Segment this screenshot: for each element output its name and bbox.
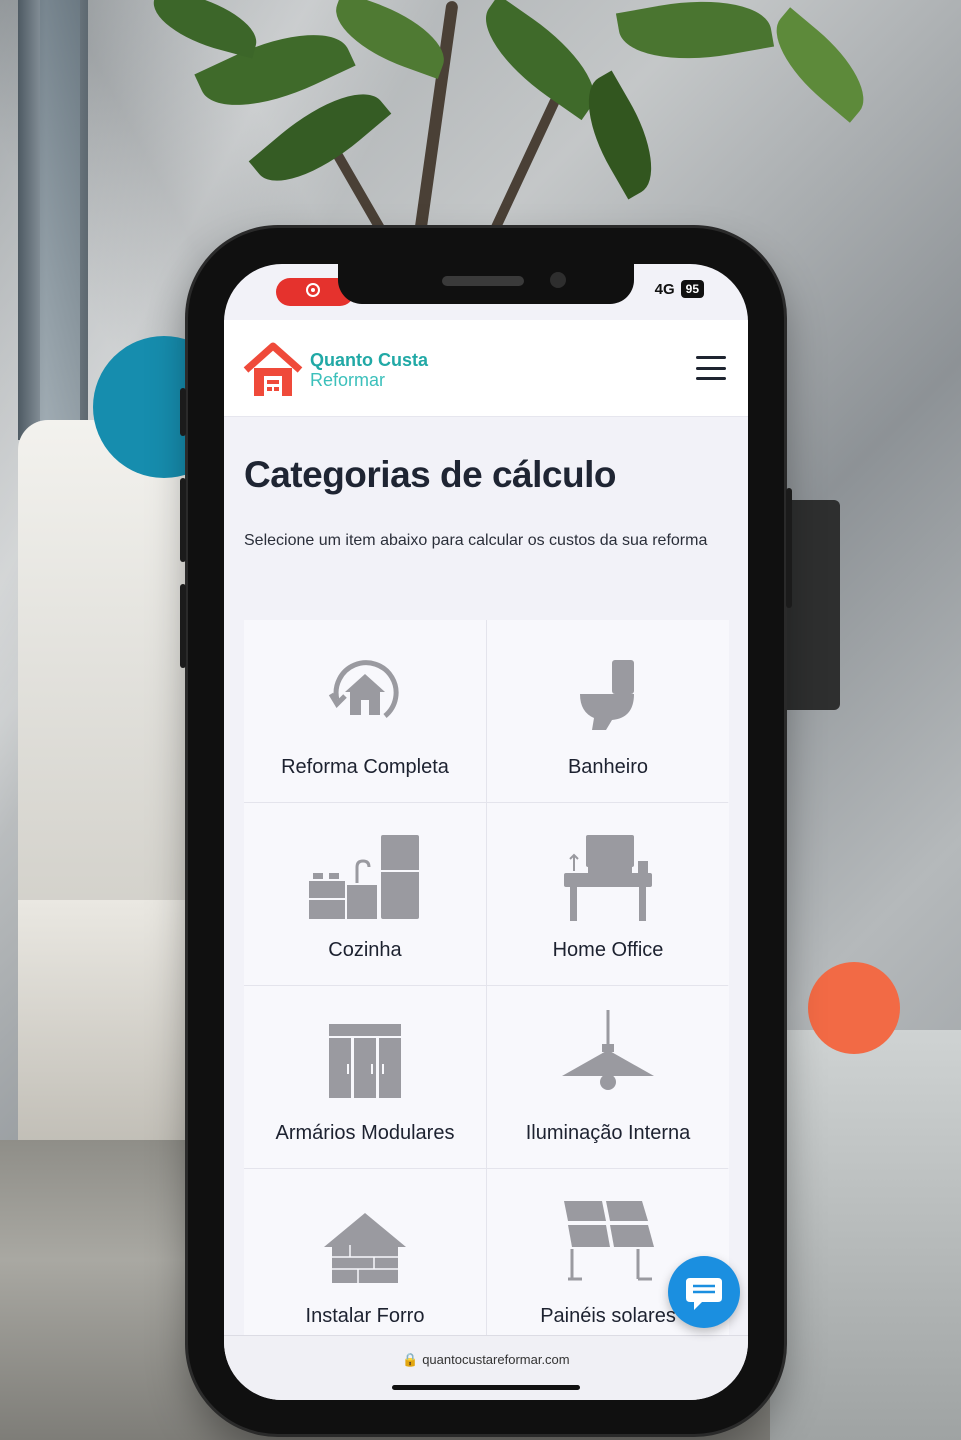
notch [338,264,634,304]
status-icons: 4G 95 [655,280,704,298]
category-label: Reforma Completa [281,756,449,778]
chat-button[interactable] [668,1256,740,1328]
pendant-lamp-icon [558,1010,658,1099]
hamburger-menu-button[interactable] [696,356,726,380]
wardrobe-icon [325,1022,405,1107]
url-display: 🔒 quantocustareformar.com [224,1352,748,1368]
site-header: Quanto Custa Reformar [224,320,748,417]
lock-icon: 🔒 [402,1352,419,1367]
category-label: Iluminação Interna [525,1122,691,1144]
page-subtitle: Selecione um item abaixo para calcular o… [244,532,708,549]
category-label: Home Office [552,939,664,961]
kitchen-icon [305,833,425,928]
category-label: Cozinha [328,939,402,961]
category-card-iluminacao-interna[interactable]: Iluminação Interna [487,986,729,1168]
chat-bubble-icon [686,1278,722,1310]
house-logo-icon[interactable] [242,342,304,403]
logo-line-1: Quanto Custa [310,350,429,370]
page-title: Categorias de cálculo [244,454,616,495]
category-card-reforma-completa[interactable]: Reforma Completa [244,620,486,802]
phone-screen: 4G 95 Quanto Custa Reformar Categorias d… [224,264,748,1400]
category-label: Instalar Forro [305,1305,425,1327]
house-ceiling-icon [320,1209,410,1290]
category-card-cozinha[interactable]: Cozinha [244,803,486,985]
category-label: Banheiro [567,756,649,778]
record-icon [306,283,320,297]
toilet-icon [566,656,650,741]
decorative-orange-circle [808,962,900,1054]
window-glass [40,0,80,430]
browser-address-bar[interactable]: 🔒 quantocustareformar.com [224,1335,748,1400]
solar-panel-icon [558,1199,658,1288]
url-text: quantocustareformar.com [422,1352,570,1367]
volume-up-button [180,478,186,562]
category-card-banheiro[interactable]: Banheiro [487,620,729,802]
volume-down-button [180,584,186,668]
speaker [442,276,524,286]
battery-level: 95 [680,280,704,298]
phone-device: 4G 95 Quanto Custa Reformar Categorias d… [180,228,792,1434]
site-logo[interactable]: Quanto Custa Reformar [310,350,428,390]
desk-icon [558,833,658,928]
home-indicator[interactable] [392,1385,580,1390]
house-renovation-icon [323,656,407,731]
category-card-instalar-forro[interactable]: Instalar Forro [244,1169,486,1351]
front-camera [550,272,566,288]
mute-switch [180,388,186,436]
category-grid: Reforma Completa Banheiro Cozinha Home O… [244,620,729,1351]
logo-line-2: Reformar [310,370,386,390]
category-card-armarios-modulares[interactable]: Armários Modulares [244,986,486,1168]
side-table [770,1030,961,1440]
category-card-home-office[interactable]: Home Office [487,803,729,985]
category-label: Armários Modulares [275,1122,455,1144]
network-label: 4G [654,280,675,298]
power-button [786,488,792,608]
